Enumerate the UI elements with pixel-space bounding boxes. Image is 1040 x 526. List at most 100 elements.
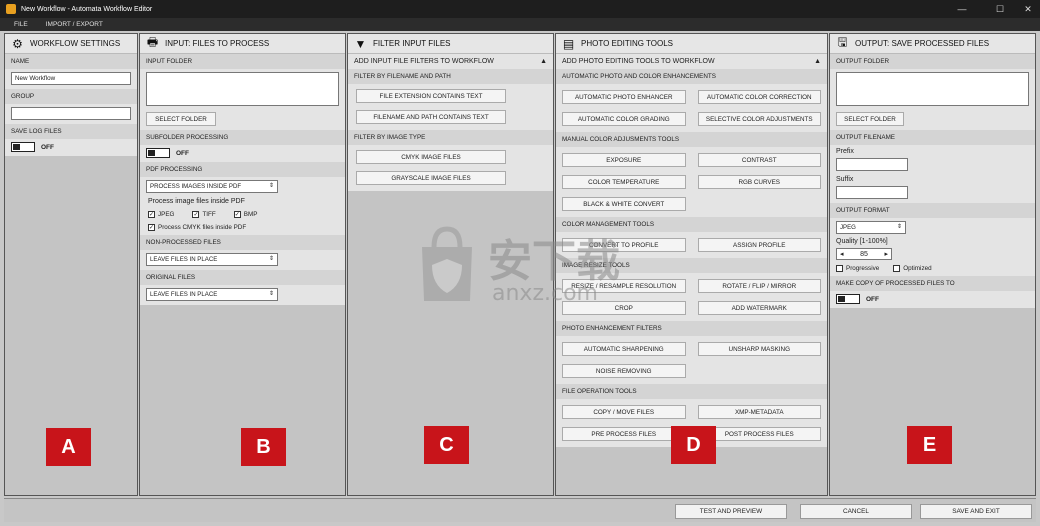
post-process-button[interactable]: POST PROCESS FILES xyxy=(697,427,821,441)
increment-icon[interactable]: ▸ xyxy=(884,250,888,258)
suffix-field[interactable] xyxy=(836,186,908,199)
pdf-inside-label: Process image files inside PDF xyxy=(148,198,245,205)
original-select[interactable]: LEAVE FILES IN PLACE ⇕ xyxy=(146,288,278,301)
panel-title: FILTER INPUT FILES xyxy=(373,39,451,48)
output-folder-box[interactable] xyxy=(836,72,1029,106)
output-header: 🖫 OUTPUT: SAVE PROCESSED FILES xyxy=(830,34,1035,54)
marker-b: B xyxy=(241,428,286,466)
resize-button[interactable]: RESIZE / RESAMPLE RESOLUTION xyxy=(562,279,686,293)
rotate-button[interactable]: ROTATE / FLIP / MIRROR xyxy=(697,279,821,293)
gear-icon: ⚙ xyxy=(12,36,23,51)
title-bar: New Workflow - Automata Workflow Editor … xyxy=(0,0,1040,18)
checkbox-label: TIFF xyxy=(202,211,216,218)
filter-icon: ▼ xyxy=(354,36,367,51)
document-icon: ▤ xyxy=(562,36,575,51)
file-extension-filter-button[interactable]: FILE EXTENSION CONTAINS TEXT xyxy=(356,89,506,103)
convert-profile-button[interactable]: CONVERT TO PROFILE xyxy=(562,238,686,252)
quality-label: Quality [1-100%] xyxy=(836,238,888,245)
subfolder-label: SUBFOLDER PROCESSING xyxy=(140,130,345,145)
resize-tools-label: IMAGE RESIZE TOOLS xyxy=(556,258,827,273)
menu-file[interactable]: FILE xyxy=(0,21,36,28)
menu-import-export[interactable]: IMPORT / EXPORT xyxy=(36,21,111,28)
subfolder-toggle[interactable]: OFF xyxy=(146,148,339,158)
save-log-label: SAVE LOG FILES xyxy=(5,124,137,139)
marker-e: E xyxy=(907,426,952,464)
add-filters-label: ADD INPUT FILE FILTERS TO WORKFLOW xyxy=(354,58,494,65)
manual-adjust-label: MANUAL COLOR ADJUSMENTS TOOLS xyxy=(556,132,827,147)
close-button[interactable]: ✕ xyxy=(1012,0,1040,18)
xmp-metadata-button[interactable]: XMP-METADATA xyxy=(697,405,821,419)
suffix-label: Suffix xyxy=(836,176,854,183)
select-value: PROCESS IMAGES INSIDE PDF xyxy=(150,183,242,190)
toggle-track xyxy=(146,148,170,158)
grayscale-filter-button[interactable]: GRAYSCALE IMAGE FILES xyxy=(356,171,506,185)
select-input-folder-button[interactable]: SELECT FOLDER xyxy=(146,112,216,126)
bw-convert-button[interactable]: BLACK & WHITE CONVERT xyxy=(562,197,686,211)
filename-path-filter-button[interactable]: FILENAME AND PATH CONTAINS TEXT xyxy=(356,110,506,124)
contrast-button[interactable]: CONTRAST xyxy=(697,153,821,167)
auto-sharpening-button[interactable]: AUTOMATIC SHARPENING xyxy=(562,342,686,356)
panel-title: WORKFLOW SETTINGS xyxy=(30,39,121,48)
noise-removing-button[interactable]: NOISE REMOVING xyxy=(562,364,686,378)
decrement-icon[interactable]: ◂ xyxy=(840,250,844,258)
format-select[interactable]: JPEG ⇕ xyxy=(836,221,906,234)
toggle-state: OFF xyxy=(866,295,879,303)
prefix-field[interactable] xyxy=(836,158,908,171)
make-copy-label: MAKE COPY OF PROCESSED FILES TO xyxy=(830,276,1035,291)
jpeg-checkbox[interactable]: ✓ JPEG xyxy=(148,211,174,218)
test-preview-button[interactable]: TEST AND PREVIEW xyxy=(675,504,787,519)
assign-profile-button[interactable]: ASSIGN PROFILE xyxy=(697,238,821,252)
add-watermark-button[interactable]: ADD WATERMARK xyxy=(697,301,821,315)
bmp-checkbox[interactable]: ✓ BMP xyxy=(233,211,257,218)
group-field[interactable] xyxy=(11,107,131,120)
add-tools-label: ADD PHOTO EDITING TOOLS TO WORKFLOW xyxy=(562,58,715,65)
save-log-toggle[interactable]: OFF xyxy=(11,142,131,152)
auto-photo-enhancer-button[interactable]: AUTOMATIC PHOTO ENHANCER xyxy=(562,90,686,104)
select-output-folder-button[interactable]: SELECT FOLDER xyxy=(836,112,904,126)
toggle-track xyxy=(836,294,860,304)
add-filters-row[interactable]: ADD INPUT FILE FILTERS TO WORKFLOW ▲ xyxy=(348,54,553,69)
exposure-button[interactable]: EXPOSURE xyxy=(562,153,686,167)
select-value: JPEG xyxy=(840,224,856,231)
input-folder-box[interactable] xyxy=(146,72,339,106)
name-label: NAME xyxy=(5,54,137,69)
unsharp-masking-button[interactable]: UNSHARP MASKING xyxy=(697,342,821,356)
save-icon: 🖫 xyxy=(837,35,848,49)
collapse-arrow-icon[interactable]: ▲ xyxy=(814,58,821,65)
cmyk-filter-button[interactable]: CMYK IMAGE FILES xyxy=(356,150,506,164)
dropdown-arrow-icon: ⇕ xyxy=(268,183,274,189)
crop-button[interactable]: CROP xyxy=(562,301,686,315)
tiff-checkbox[interactable]: ✓ TIFF xyxy=(192,211,216,218)
toggle-state: OFF xyxy=(41,143,54,151)
pdf-select[interactable]: PROCESS IMAGES INSIDE PDF ⇕ xyxy=(146,180,278,193)
minimize-button[interactable]: — xyxy=(946,0,978,18)
cmyk-checkbox[interactable]: ✓ Process CMYK files inside PDF xyxy=(148,224,246,231)
cancel-button[interactable]: CANCEL xyxy=(800,504,912,519)
add-tools-row[interactable]: ADD PHOTO EDITING TOOLS TO WORKFLOW ▲ xyxy=(556,54,827,69)
progressive-checkbox[interactable]: Progressive xyxy=(836,265,879,272)
rgb-curves-button[interactable]: RGB CURVES xyxy=(697,175,821,189)
color-management-label: COLOR MANAGEMENT TOOLS xyxy=(556,217,827,232)
collapse-arrow-icon[interactable]: ▲ xyxy=(540,58,547,65)
auto-color-correction-button[interactable]: AUTOMATIC COLOR CORRECTION xyxy=(697,90,821,104)
auto-color-grading-button[interactable]: AUTOMATIC COLOR GRADING xyxy=(562,112,686,126)
quality-stepper[interactable]: ◂ 85 ▸ xyxy=(836,248,892,260)
copy-move-button[interactable]: COPY / MOVE FILES xyxy=(562,405,686,419)
nonprocessed-select[interactable]: LEAVE FILES IN PLACE ⇕ xyxy=(146,253,278,266)
optimized-checkbox[interactable]: Optimized xyxy=(893,265,932,272)
make-copy-toggle[interactable]: OFF xyxy=(836,294,1029,304)
checkbox-label: JPEG xyxy=(158,211,175,218)
pre-process-button[interactable]: PRE PROCESS FILES xyxy=(562,427,686,441)
color-temperature-button[interactable]: COLOR TEMPERATURE xyxy=(562,175,686,189)
name-field[interactable]: New Workflow xyxy=(11,72,131,85)
output-filename-label: OUTPUT FILENAME xyxy=(830,130,1035,145)
marker-c: C xyxy=(424,426,469,464)
select-value: LEAVE FILES IN PLACE xyxy=(150,291,218,298)
dropdown-arrow-icon: ⇕ xyxy=(268,291,274,297)
selective-color-button[interactable]: SELECTIVE COLOR ADJUSTMENTS xyxy=(697,112,821,126)
save-exit-button[interactable]: SAVE AND EXIT xyxy=(920,504,1032,519)
workflow-settings-header: ⚙ WORKFLOW SETTINGS xyxy=(5,34,137,54)
dropdown-arrow-icon: ⇕ xyxy=(268,256,274,262)
panel-title: INPUT: FILES TO PROCESS xyxy=(165,39,270,48)
enhancement-filters-label: PHOTO ENHANCEMENT FILTERS xyxy=(556,321,827,336)
